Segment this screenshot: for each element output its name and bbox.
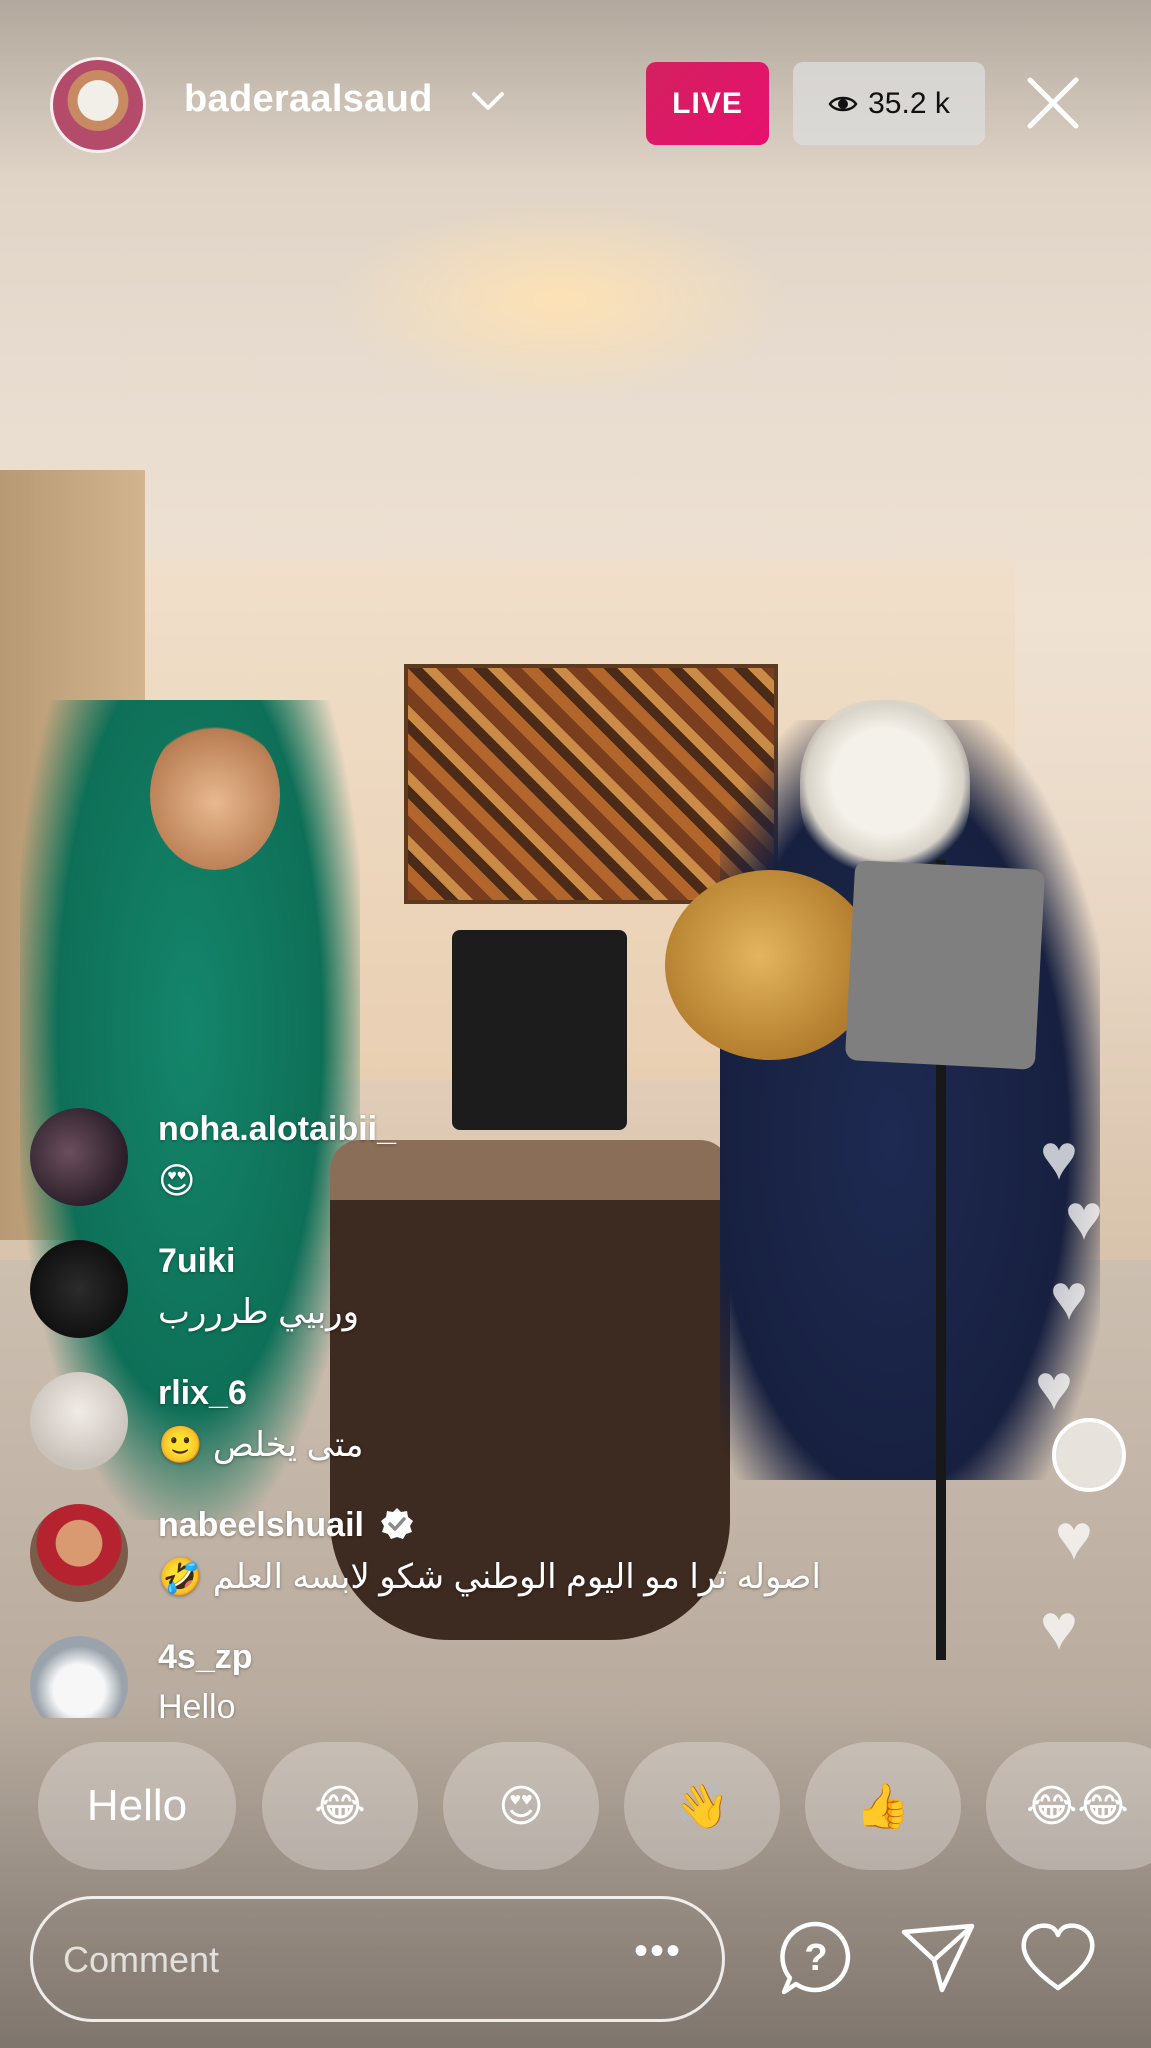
comment-username-text: nabeelshuail: [158, 1506, 364, 1544]
chevron-down-icon[interactable]: [470, 86, 506, 116]
quick-reaction-joy[interactable]: 😂: [262, 1742, 418, 1870]
quick-reaction-heart-eyes[interactable]: 😍: [443, 1742, 599, 1870]
live-badge: LIVE: [646, 62, 769, 145]
heart-icon: ♥: [1040, 1591, 1078, 1663]
comment-text: Hello: [158, 1688, 235, 1718]
ceiling-light: [330, 200, 790, 400]
comment-username[interactable]: noha.alotaibii_: [158, 1110, 396, 1149]
live-header: baderaalsaud LIVE 35.2 k: [0, 0, 1151, 200]
viewer-count-badge[interactable]: 35.2 k: [793, 62, 985, 145]
comment-avatar[interactable]: [30, 1240, 128, 1338]
quick-reaction-bar: Hello 😂 😍 👋 👍 😂😂: [38, 1742, 1151, 1870]
comment-message: Hello: [158, 1688, 236, 1718]
comment-item: noha.alotaibii_ 😍: [30, 1108, 930, 1228]
live-video-feed: [0, 0, 1151, 2048]
heart-icon: ♥: [1065, 1181, 1103, 1253]
comment-username[interactable]: rlix_6: [158, 1374, 247, 1413]
quick-reaction-wave[interactable]: 👋: [624, 1742, 780, 1870]
comment-message: وربيي طرررب: [158, 1293, 360, 1331]
floating-hearts: ♥ ♥ ♥ ♥ ♥ ♥: [1030, 1120, 1150, 1680]
verified-icon: [381, 1508, 414, 1539]
comment-text: وربيي طرررب: [158, 1292, 359, 1332]
quick-reaction-joy-double[interactable]: 😂😂: [986, 1742, 1151, 1870]
comment-input[interactable]: Comment •••: [30, 1896, 725, 2022]
viewer-avatar-bubble: [1052, 1418, 1126, 1492]
comment-placeholder: Comment: [63, 1939, 220, 1980]
more-options-button[interactable]: •••: [634, 1929, 682, 1974]
comment-emoji: 😍: [158, 1160, 196, 1201]
heart-icon: ♥: [1050, 1261, 1088, 1333]
performer-left-head: [150, 720, 280, 870]
live-label: LIVE: [672, 86, 743, 120]
comment-item: 4s_zp Hello: [30, 1636, 930, 1718]
tablet-stand: [452, 930, 627, 1130]
performer-right-head: [800, 700, 970, 880]
svg-text:?: ?: [804, 1937, 827, 1979]
comment-avatar[interactable]: [30, 1108, 128, 1206]
comment-message: اصوله ترا مو اليوم الوطني شكو لابسه العل…: [212, 1558, 821, 1596]
comment-message: متى يخلص: [212, 1426, 364, 1464]
viewer-count: 35.2 k: [868, 86, 950, 120]
oud-instrument: [665, 870, 875, 1060]
comment-username[interactable]: nabeelshuail: [158, 1506, 415, 1545]
comment-item: 7uiki وربيي طرررب: [30, 1240, 930, 1360]
comment-username[interactable]: 4s_zp: [158, 1638, 253, 1677]
comment-emoji: 🤣: [158, 1556, 203, 1597]
comment-item: nabeelshuail 🤣 اصوله ترا مو اليوم الوطني…: [30, 1504, 930, 1624]
comment-emoji: 🙂: [158, 1424, 203, 1465]
comment-text: 😍: [158, 1160, 196, 1202]
tablet-on-tripod: [844, 860, 1046, 1070]
heart-icon[interactable]: [1018, 1918, 1098, 1998]
quick-reply-hello[interactable]: Hello: [38, 1742, 236, 1870]
heart-icon: ♥: [1035, 1351, 1073, 1423]
eye-icon: [828, 96, 858, 111]
quick-reaction-thumbs-up[interactable]: 👍: [805, 1742, 961, 1870]
comment-avatar[interactable]: [30, 1636, 128, 1718]
comment-username[interactable]: 7uiki: [158, 1242, 235, 1281]
comment-text: 🙂 متى يخلص: [158, 1424, 363, 1466]
heart-icon: ♥: [1055, 1501, 1093, 1573]
question-icon[interactable]: ?: [776, 1918, 856, 1998]
comment-avatar[interactable]: [30, 1504, 128, 1602]
comment-feed[interactable]: noha.alotaibii_ 😍 7uiki وربيي طرررب rlix…: [30, 1108, 930, 1718]
comment-text: 🤣 اصوله ترا مو اليوم الوطني شكو لابسه ال…: [158, 1556, 821, 1598]
close-icon[interactable]: [1020, 70, 1086, 136]
host-username[interactable]: baderaalsaud: [184, 78, 433, 121]
host-avatar[interactable]: [50, 57, 146, 153]
comment-item: rlix_6 🙂 متى يخلص: [30, 1372, 930, 1492]
send-icon[interactable]: [898, 1918, 978, 1998]
comment-avatar[interactable]: [30, 1372, 128, 1470]
